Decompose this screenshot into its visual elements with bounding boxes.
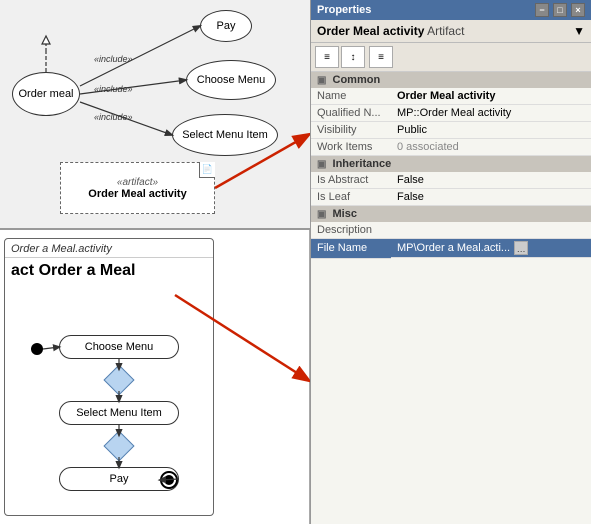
- properties-toolbar: ≡ ↕ ≡: [311, 43, 591, 72]
- prop-visibility-value[interactable]: Public: [391, 122, 591, 139]
- activity-diagram-name: act Order a Meal: [5, 258, 213, 284]
- pay-ellipse[interactable]: Pay: [200, 10, 252, 42]
- prop-filename-row[interactable]: File Name MP\Order a Meal.acti... …: [311, 239, 591, 259]
- artifact-stereotype: «artifact»: [117, 177, 158, 188]
- include-label-3: «include»: [94, 112, 133, 122]
- include-label-1: «include»: [94, 54, 133, 64]
- prop-qualified-label: Qualified N...: [311, 105, 391, 122]
- section-common[interactable]: ▣ Common: [311, 72, 591, 88]
- prop-description-label: Description: [311, 222, 391, 239]
- prop-filename-value[interactable]: MP\Order a Meal.acti...: [397, 242, 510, 254]
- close-button[interactable]: ×: [571, 3, 585, 17]
- properties-dropdown-icon[interactable]: ▼: [573, 24, 585, 38]
- prop-description-value[interactable]: [391, 222, 591, 239]
- toolbar-filter-btn[interactable]: ≡: [369, 46, 393, 68]
- section-misc[interactable]: ▣ Misc: [311, 206, 591, 223]
- properties-title: Properties: [317, 4, 371, 16]
- decision-diamond-2: [103, 430, 134, 461]
- properties-table: ▣ Common Name Order Meal activity Qualif…: [311, 72, 591, 259]
- artifact-file-icon: 📄: [199, 162, 215, 178]
- properties-titlebar: Properties − □ ×: [311, 0, 591, 20]
- prop-workitems-row: Work Items 0 associated: [311, 139, 591, 156]
- toolbar-sort-btn[interactable]: ↕: [341, 46, 365, 68]
- prop-description-row: Description: [311, 222, 591, 239]
- prop-workitems-label: Work Items: [311, 139, 391, 156]
- prop-name-row: Name Order Meal activity: [311, 88, 591, 105]
- prop-filename-browse-btn[interactable]: …: [514, 241, 528, 255]
- artifact-box[interactable]: «artifact» Order Meal activity 📄: [60, 162, 215, 214]
- activity-diagram-title: Order a Meal.activity: [5, 239, 213, 258]
- prop-abstract-label: Is Abstract: [311, 172, 391, 189]
- section-inheritance[interactable]: ▣ Inheritance: [311, 156, 591, 173]
- prop-name-value[interactable]: Order Meal activity: [391, 88, 591, 105]
- order-meal-ellipse[interactable]: Order meal: [12, 72, 80, 116]
- activity-diagram: Order a Meal.activity act Order a Meal C…: [4, 238, 214, 516]
- prop-visibility-label: Visibility: [311, 122, 391, 139]
- prop-visibility-row: Visibility Public: [311, 122, 591, 139]
- toolbar-list-btn[interactable]: ≡: [315, 46, 339, 68]
- properties-object-type: Artifact: [427, 24, 464, 38]
- properties-object-name: Order Meal activity: [317, 24, 424, 38]
- prop-abstract-row: Is Abstract False: [311, 172, 591, 189]
- select-menu-item-action[interactable]: Select Menu Item: [59, 401, 179, 425]
- titlebar-controls: − □ ×: [535, 3, 585, 17]
- include-label-2: «include»: [94, 84, 133, 94]
- prop-qualified-value[interactable]: MP::Order Meal activity: [391, 105, 591, 122]
- prop-leaf-value[interactable]: False: [391, 189, 591, 206]
- prop-qualified-row: Qualified N... MP::Order Meal activity: [311, 105, 591, 122]
- prop-workitems-value[interactable]: 0 associated: [391, 139, 591, 156]
- select-menu-item-ellipse[interactable]: Select Menu Item: [172, 114, 278, 156]
- artifact-name: Order Meal activity: [88, 188, 186, 200]
- final-node: [160, 471, 178, 489]
- diagram-area: Order meal Pay Choose Menu Select Menu I…: [0, 0, 310, 524]
- pin-button[interactable]: −: [535, 3, 549, 17]
- prop-leaf-label: Is Leaf: [311, 189, 391, 206]
- decision-diamond-1: [103, 364, 134, 395]
- prop-filename-label: File Name: [311, 239, 391, 259]
- choose-menu-ellipse[interactable]: Choose Menu: [186, 60, 276, 100]
- initial-node: [31, 343, 43, 355]
- prop-leaf-row: Is Leaf False: [311, 189, 591, 206]
- prop-name-label: Name: [311, 88, 391, 105]
- choose-menu-action[interactable]: Choose Menu: [59, 335, 179, 359]
- properties-panel: Properties − □ × Order Meal activity Art…: [310, 0, 591, 524]
- float-button[interactable]: □: [553, 3, 567, 17]
- properties-object-header: Order Meal activity Artifact ▼: [311, 20, 591, 43]
- prop-abstract-value[interactable]: False: [391, 172, 591, 189]
